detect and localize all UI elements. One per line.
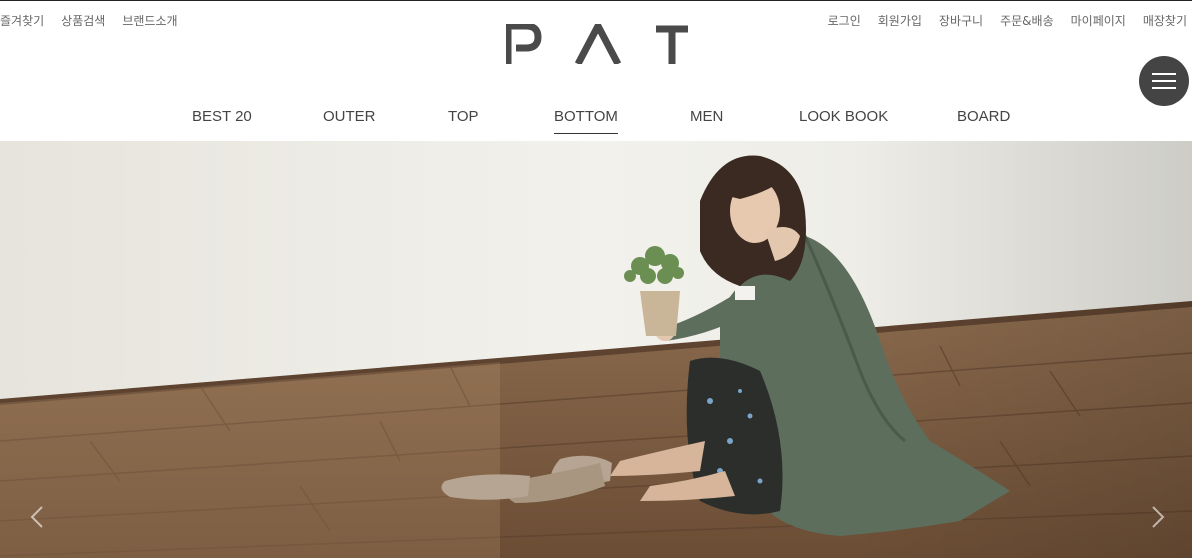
hamburger-icon-line-2 — [1152, 80, 1176, 82]
menu-button[interactable] — [1139, 56, 1189, 106]
hamburger-icon-line-3 — [1152, 87, 1176, 89]
brand-logo[interactable] — [506, 24, 690, 64]
util-link-order-delivery[interactable]: 주문&배송 — [1000, 12, 1054, 29]
top-border — [0, 0, 1192, 1]
util-link-join[interactable]: 회원가입 — [878, 12, 922, 29]
hero-photo — [0, 141, 1192, 558]
util-link-store-finder[interactable]: 매장찾기 — [1143, 12, 1187, 29]
util-link-cart[interactable]: 장바구니 — [939, 12, 983, 29]
nav-bottom[interactable]: BOTTOM — [554, 108, 618, 134]
util-link-brand-intro[interactable]: 브랜드소개 — [122, 12, 177, 29]
hamburger-icon-line-1 — [1152, 73, 1176, 75]
nav-lookbook[interactable]: LOOK BOOK — [799, 108, 888, 133]
main-navigation: BEST 20 OUTER TOP BOTTOM MEN LOOK BOOK B… — [0, 108, 1192, 140]
nav-board[interactable]: BOARD — [957, 108, 1010, 133]
nav-outer[interactable]: OUTER — [323, 108, 376, 133]
util-link-login[interactable]: 로그인 — [828, 12, 861, 29]
pat-logo-graphic — [506, 24, 688, 64]
nav-men[interactable]: MEN — [690, 108, 723, 133]
util-link-bookmark[interactable]: 즐겨찾기 — [0, 12, 44, 29]
nav-top[interactable]: TOP — [448, 108, 479, 133]
utility-nav-right: 로그인 회원가입 장바구니 주문&배송 마이페이지 매장찾기 — [828, 12, 1187, 29]
nav-best20[interactable]: BEST 20 — [192, 108, 252, 133]
util-link-product-search[interactable]: 상품검색 — [61, 12, 105, 29]
util-link-mypage[interactable]: 마이페이지 — [1071, 12, 1126, 29]
hero-banner-image[interactable] — [0, 141, 1192, 558]
utility-nav-left: 즐겨찾기 상품검색 브랜드소개 — [0, 12, 178, 29]
